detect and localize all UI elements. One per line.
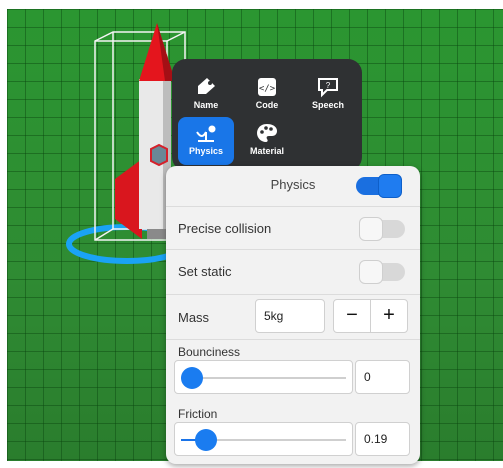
svg-text:</>: </> [259, 84, 276, 94]
menu-item-code[interactable]: </> Code [239, 71, 295, 115]
menu-item-label: Code [255, 100, 279, 110]
object-context-menu: Name </> Code ? Speech Physics Material [172, 59, 362, 171]
menu-item-label: Material [249, 146, 284, 156]
menu-item-material[interactable]: Material [239, 117, 295, 165]
slider-track [207, 439, 346, 441]
friction-value[interactable]: 0.19 [355, 422, 410, 456]
mass-decrement-button[interactable]: − [333, 299, 371, 333]
precise-collision-label: Precise collision [178, 221, 272, 236]
svg-text:?: ? [326, 81, 331, 90]
set-static-row: Set static [166, 250, 420, 295]
slider-track [181, 377, 346, 379]
mass-increment-button[interactable]: + [370, 299, 408, 333]
palette-icon [239, 120, 295, 146]
mass-label: Mass [178, 310, 210, 325]
code-icon: </> [239, 74, 295, 100]
friction-slider[interactable] [174, 422, 353, 456]
precise-collision-row: Precise collision [166, 207, 420, 250]
mass-input[interactable]: 5kg [255, 299, 325, 333]
speech-bubble-icon: ? [300, 74, 356, 100]
slider-thumb[interactable] [195, 429, 217, 451]
menu-item-name[interactable]: Name [178, 71, 234, 115]
physics-panel: Physics Precise collision Set static Mas… [166, 166, 420, 464]
precise-collision-toggle[interactable] [359, 217, 405, 241]
physics-header-row: Physics [166, 166, 420, 207]
physics-enabled-toggle[interactable] [356, 174, 402, 198]
menu-item-label: Name [193, 100, 219, 110]
menu-item-speech[interactable]: ? Speech [300, 71, 356, 115]
toggle-knob [359, 260, 383, 284]
bounciness-slider[interactable] [174, 360, 353, 394]
menu-item-physics[interactable]: Physics [178, 117, 234, 165]
physics-icon [178, 120, 234, 146]
mass-row: Mass 5kg − + [166, 295, 420, 340]
set-static-label: Set static [178, 264, 232, 279]
bounciness-value[interactable]: 0 [355, 360, 410, 394]
toggle-knob [359, 217, 383, 241]
set-static-toggle[interactable] [359, 260, 405, 284]
menu-item-label: Physics [188, 146, 224, 156]
toggle-knob [378, 174, 402, 198]
tag-icon [178, 74, 234, 100]
friction-label: Friction [178, 407, 218, 421]
slider-thumb[interactable] [181, 367, 203, 389]
bounciness-label: Bounciness [178, 345, 241, 359]
menu-item-label: Speech [311, 100, 344, 110]
